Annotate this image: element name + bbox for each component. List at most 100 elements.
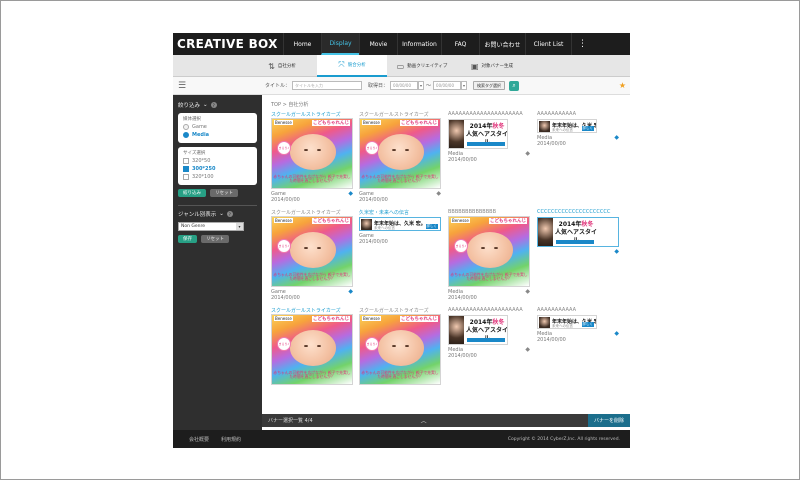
save-genre-button[interactable]: 保存 bbox=[178, 235, 197, 243]
banner-creative[interactable]: Benesse こどもちゃれんじ きらり♪ 赤ちゃんの可能性を広げながら 親子で充実し… bbox=[359, 118, 441, 189]
banner-card[interactable]: スクールガールストライカーズ Benesse こどもちゃれんじ きらり♪ 赤ちゃんの可能… bbox=[359, 111, 441, 203]
banner-title[interactable]: AAAAAAAAAAAAAAAAAAAAA bbox=[448, 111, 530, 118]
logo[interactable]: CREATIVE BOX bbox=[173, 37, 283, 51]
banner-creative[interactable]: 年末年始は、久米 宏。未来への伝言詳しく bbox=[537, 119, 597, 133]
tag-icon[interactable]: ◆ bbox=[348, 190, 353, 197]
banner-title[interactable]: 久米宏・未来への伝言 bbox=[359, 209, 441, 216]
banner-meta: Media 2014/00/00 ◆ bbox=[448, 150, 530, 163]
more-menu-icon[interactable]: ⋮ bbox=[571, 33, 593, 55]
size-option-320x100[interactable]: 320*100 bbox=[183, 174, 252, 180]
filter-sidebar: 絞り込み ⌄ ? 媒体選択 Game Media サイズ選択 320*50 30… bbox=[173, 95, 262, 430]
banner-creative[interactable]: Benesse こどもちゃれんじ きらり♪ 赤ちゃんの可能性を広げながら 親子で充実し… bbox=[271, 118, 353, 189]
subnav-competitor-analysis[interactable]: ⤧ 競合分析 bbox=[317, 55, 387, 77]
banner-creative[interactable]: 2014年秋冬人気ヘアスタイル bbox=[537, 217, 619, 247]
nav-movie[interactable]: Movie bbox=[359, 33, 397, 55]
apply-filter-button[interactable]: 絞り込み bbox=[178, 189, 206, 197]
banner-card[interactable]: AAAAAAAAAAA年末年始は、久米 宏。未来への伝言詳しくMedia2014… bbox=[537, 307, 619, 343]
banner-card[interactable]: スクールガールストライカーズ Benesse こどもちゃれんじ きらり♪ 赤ちゃんの可能… bbox=[271, 111, 353, 203]
date-from-input[interactable]: 00/00/00 bbox=[390, 81, 419, 90]
star-icon[interactable]: ★ bbox=[619, 81, 626, 90]
chevron-up-icon[interactable]: ︿ bbox=[421, 416, 427, 425]
divider bbox=[178, 205, 257, 206]
banner-title[interactable]: CCCCCCCCCCCCCCCCCCCCC bbox=[537, 209, 619, 216]
radio-icon bbox=[183, 124, 189, 130]
tag-icon[interactable]: ◆ bbox=[614, 248, 619, 255]
banner-creative[interactable]: 年末年始は、久米 宏。未来への伝言詳しく bbox=[537, 315, 597, 329]
banner-date: 2014/00/00 bbox=[271, 197, 300, 203]
banner-title[interactable]: スクールガールストライカーズ bbox=[271, 307, 353, 314]
tag-icon[interactable]: ◆ bbox=[525, 150, 530, 157]
banner-title[interactable]: スクールガールストライカーズ bbox=[359, 307, 441, 314]
tag-select-button[interactable]: 検索タグ選択 bbox=[473, 81, 506, 90]
banner-title[interactable]: AAAAAAAAAAA bbox=[537, 111, 619, 118]
tag-icon[interactable]: ◆ bbox=[348, 288, 353, 295]
tag-icon[interactable]: ◆ bbox=[525, 346, 530, 353]
banner-title[interactable]: AAAAAAAAAAA bbox=[537, 307, 619, 314]
genre-select[interactable]: Non Genre ▾ bbox=[178, 222, 244, 231]
nav-contact[interactable]: お問い合わせ bbox=[479, 33, 525, 55]
tag-icon[interactable]: ◆ bbox=[614, 330, 619, 337]
hamburger-icon[interactable]: ☰ bbox=[173, 81, 191, 91]
banner-creative[interactable]: Benesse こどもちゃれんじ きらり♪ 赤ちゃんの可能性を広げながら 親子で充実し… bbox=[271, 216, 353, 287]
banner-subtext: 未来への伝言 bbox=[552, 128, 573, 132]
date-from-dropdown-icon[interactable]: ▾ bbox=[418, 81, 425, 90]
advertiser-logo: Benesse bbox=[451, 218, 470, 223]
reset-filter-button[interactable]: リセット bbox=[210, 189, 238, 197]
delete-banner-button[interactable]: バナーを削除 bbox=[587, 414, 630, 427]
banner-creative[interactable]: 年末年始は、久米 宏。未来への伝言詳しく bbox=[359, 217, 441, 231]
banner-meta: Media 2014/00/00 ◆ bbox=[537, 134, 619, 147]
banner-creative[interactable]: Benesse こどもちゃれんじ きらり♪ 赤ちゃんの可能性を広げながら 親子で充実し… bbox=[271, 314, 353, 385]
subnav-own-analysis[interactable]: ⇅ 自社分析 bbox=[247, 55, 317, 77]
banner-creative[interactable]: 2014年秋冬人気ヘアスタイル bbox=[448, 119, 508, 149]
subnav-video-creative[interactable]: ▭ 動画クリエイティブ bbox=[387, 55, 457, 77]
genre-heading[interactable]: ジャンル別表示 ⌄ ? bbox=[178, 210, 257, 218]
banner-creative[interactable]: Benesse こどもちゃれんじ きらり♪ 赤ちゃんの可能性を広げながら 親子で充実し… bbox=[448, 216, 530, 287]
banner-card[interactable]: スクールガールストライカーズ Benesse こどもちゃれんじ きらり♪ 赤ちゃんの可能… bbox=[359, 307, 441, 387]
date-to-input[interactable]: 00/00/00 bbox=[433, 81, 462, 90]
banner-card[interactable]: CCCCCCCCCCCCCCCCCCCCC2014年秋冬人気ヘアスタイル◆ bbox=[537, 209, 619, 255]
date-to-dropdown-icon[interactable]: ▾ bbox=[461, 81, 468, 90]
help-icon[interactable]: ? bbox=[210, 102, 217, 108]
help-icon[interactable]: ? bbox=[226, 211, 233, 217]
banner-title[interactable]: スクールガールストライカーズ bbox=[271, 209, 353, 216]
tag-icon[interactable]: ◆ bbox=[436, 190, 441, 197]
nav-client-list[interactable]: Client List bbox=[525, 33, 571, 55]
banner-creative[interactable]: Benesse こどもちゃれんじ きらり♪ 赤ちゃんの可能性を広げながら 親子で充実し… bbox=[359, 314, 441, 385]
tag-icon[interactable]: ◆ bbox=[525, 288, 530, 295]
size-option-300x250[interactable]: 300*250 bbox=[183, 166, 252, 172]
filter-buttons: 絞り込み リセット bbox=[178, 189, 257, 197]
copyright: Copyright © 2014 CyberZ,Inc. All rights … bbox=[507, 436, 620, 442]
nav-home[interactable]: Home bbox=[283, 33, 321, 55]
breadcrumb[interactable]: TOP > 自社分析 bbox=[271, 101, 308, 108]
search-icon[interactable]: ⌕ bbox=[509, 80, 520, 91]
banner-card[interactable]: AAAAAAAAAAAAAAAAAAAAA2014年秋冬人気ヘアスタイルMedi… bbox=[448, 307, 530, 359]
filter-heading[interactable]: 絞り込み ⌄ ? bbox=[178, 101, 257, 109]
banner-card[interactable]: スクールガールストライカーズ Benesse こどもちゃれんじ きらり♪ 赤ちゃんの可能… bbox=[271, 209, 353, 301]
banner-title[interactable]: スクールガールストライカーズ bbox=[271, 111, 353, 118]
banner-subtext: 未来への伝言 bbox=[552, 324, 573, 328]
radio-label: Game bbox=[192, 124, 207, 130]
banner-card[interactable]: BBBBBBBBBBBBBB Benesse こどもちゃれんじ きらり♪ 赤ちゃんの可能… bbox=[448, 209, 530, 301]
nav-faq[interactable]: FAQ bbox=[441, 33, 479, 55]
banner-cta-bar bbox=[467, 338, 505, 342]
title-search-input[interactable]: タイトルを入力 bbox=[292, 81, 363, 90]
footer-link-terms[interactable]: 利用規約 bbox=[221, 436, 241, 443]
tag-icon[interactable]: ◆ bbox=[614, 134, 619, 141]
banner-creative[interactable]: 2014年秋冬人気ヘアスタイル bbox=[448, 315, 508, 345]
subnav-banner-generate[interactable]: ▣ 対象バナー生成 bbox=[457, 55, 527, 77]
banner-card[interactable]: AAAAAAAAAAAAAAAAAAAAA2014年秋冬人気ヘアスタイルMedi… bbox=[448, 111, 530, 163]
banner-title[interactable]: スクールガールストライカーズ bbox=[359, 111, 441, 118]
nav-information[interactable]: Information bbox=[397, 33, 441, 55]
banner-title[interactable]: BBBBBBBBBBBBBB bbox=[448, 209, 530, 216]
media-option-game[interactable]: Game bbox=[183, 124, 252, 130]
size-option-320x50[interactable]: 320*50 bbox=[183, 158, 252, 164]
banner-title[interactable]: AAAAAAAAAAAAAAAAAAAAA bbox=[448, 307, 530, 314]
date-label: 取得日： bbox=[368, 83, 389, 89]
banner-card[interactable]: 久米宏・未来への伝言 年末年始は、久米 宏。 未来への伝言 詳しく Game 2014/0… bbox=[359, 209, 441, 245]
media-option-media[interactable]: Media bbox=[183, 132, 252, 138]
banner-card[interactable]: スクールガールストライカーズ Benesse こどもちゃれんじ きらり♪ 赤ちゃんの可能… bbox=[271, 307, 353, 387]
banner-card[interactable]: AAAAAAAAAAA年末年始は、久米 宏。未来への伝言詳しくMedia2014… bbox=[537, 111, 619, 147]
footer-link-company[interactable]: 会社概要 bbox=[189, 436, 209, 443]
reset-genre-button[interactable]: リセット bbox=[201, 235, 229, 243]
nav-display[interactable]: Display bbox=[321, 33, 359, 55]
